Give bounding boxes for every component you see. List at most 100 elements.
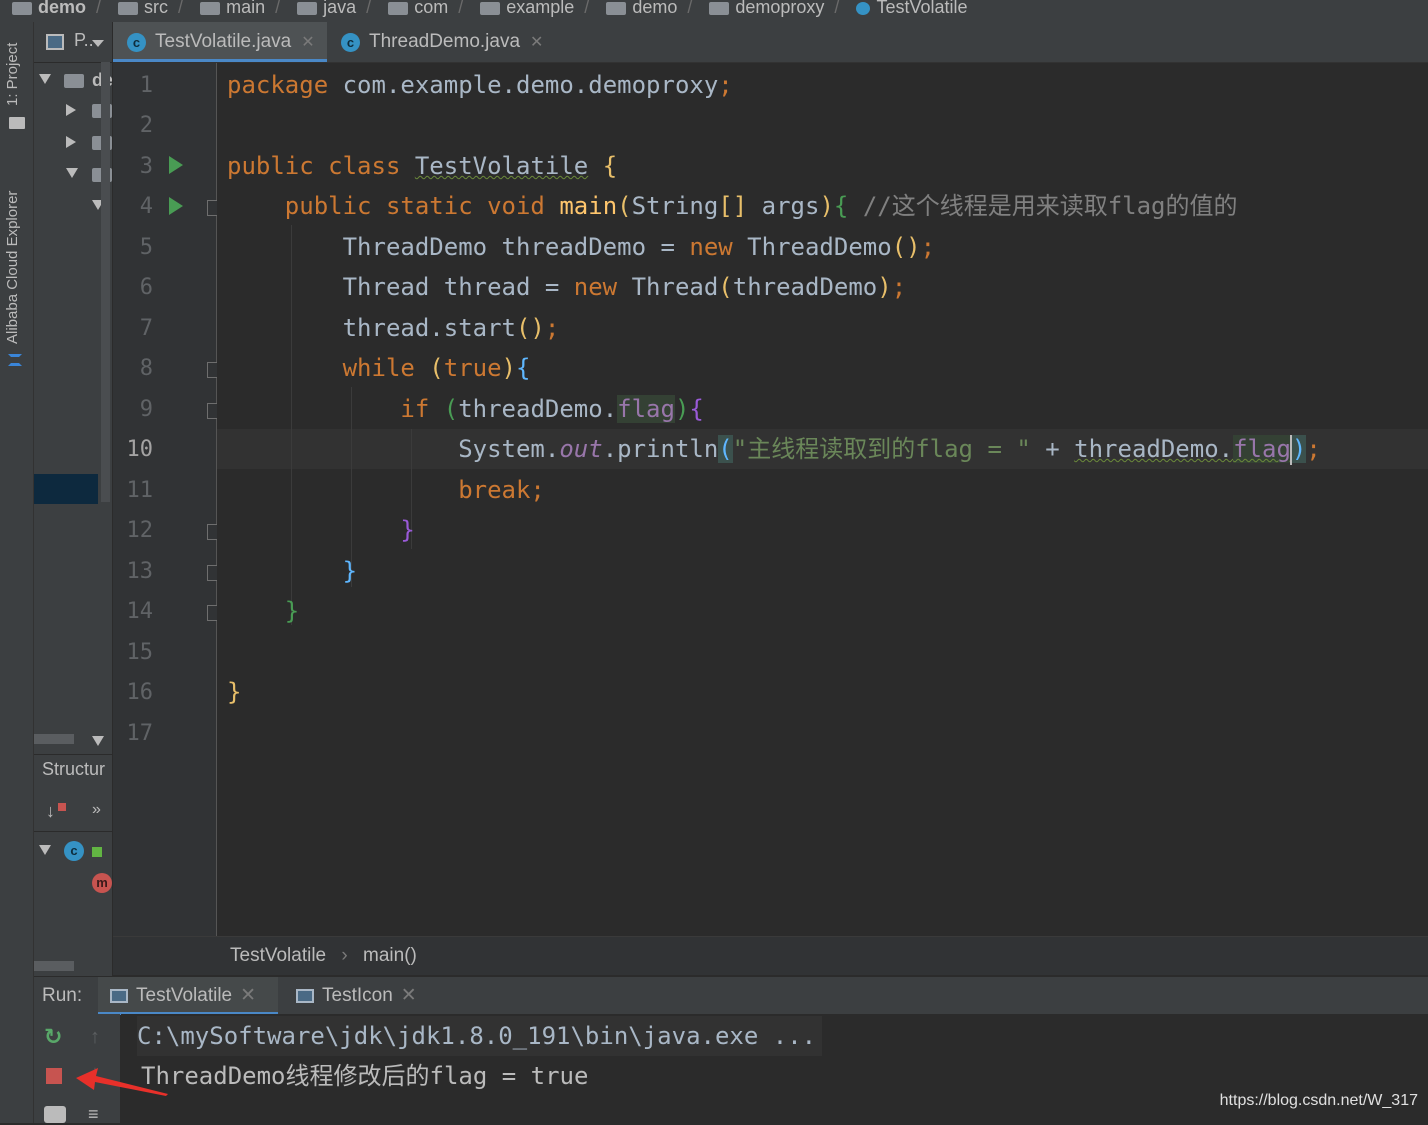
up-arrow-icon[interactable]: ↑	[90, 1026, 100, 1049]
code-line-16: }	[227, 678, 242, 706]
line-number: 3	[139, 154, 153, 179]
package-icon	[480, 1, 501, 15]
line-number: 1	[139, 73, 153, 98]
expand-arrow-icon[interactable]	[39, 74, 51, 84]
chevron-down-icon[interactable]	[92, 736, 104, 746]
code-line-9: if (threadDemo.flag){	[400, 395, 704, 423]
breadcrumb-item[interactable]: src	[118, 0, 168, 16]
folder-icon	[118, 1, 139, 15]
rerun-icon[interactable]: ↻	[44, 1024, 62, 1050]
run-label: Run:	[42, 985, 83, 1006]
run-icon[interactable]	[169, 156, 183, 174]
more-icon[interactable]: »	[92, 801, 101, 819]
navigation-bar: demo / src / main / java / com / example / dem…	[0, 0, 1428, 23]
breadcrumb-item[interactable]: TestVolatile	[856, 0, 968, 16]
class-icon	[856, 1, 871, 15]
line-number: 7	[139, 316, 153, 341]
breadcrumb-item[interactable]: demoproxy	[709, 0, 824, 16]
line-number: 12	[126, 518, 154, 543]
watermark: https://blog.csdn.net/W_317	[1219, 1092, 1418, 1109]
breadcrumb-item[interactable]: main	[200, 0, 265, 16]
class-icon: c	[341, 33, 360, 52]
breadcrumb-class[interactable]: TestVolatile	[230, 945, 326, 966]
breadcrumb-item[interactable]: demo	[606, 0, 677, 16]
breadcrumb-item[interactable]: example	[480, 0, 574, 16]
folder-icon	[9, 117, 25, 129]
method-icon[interactable]: m	[92, 873, 112, 893]
folder-icon	[200, 1, 221, 15]
line-number: 16	[126, 680, 154, 705]
collapse-arrow-icon[interactable]	[66, 136, 76, 148]
line-number: 13	[126, 559, 154, 584]
line-number: 2	[139, 113, 153, 138]
console-icon	[110, 988, 128, 1003]
run-tool-window-header: Run: TestVolatile ✕ TestIcon ✕	[34, 976, 1428, 1015]
tool-window-stripe: 1: Project Alibaba Cloud Explorer	[0, 22, 34, 1123]
run-tab-testvolatile[interactable]: TestVolatile ✕	[98, 977, 278, 1015]
stop-icon[interactable]	[46, 1068, 62, 1084]
horizontal-scrollbar[interactable]	[34, 734, 74, 744]
selected-tree-row[interactable]	[34, 474, 98, 504]
close-icon[interactable]: ✕	[240, 985, 256, 1006]
breadcrumb-method[interactable]: main()	[363, 945, 417, 966]
folder-icon	[297, 1, 318, 15]
code-editor[interactable]: package com.example.demo.demoproxy; publ…	[217, 63, 1428, 936]
package-icon	[388, 1, 409, 15]
editor-tabs: c TestVolatile.java ✕ c ThreadDemo.java ✕	[113, 22, 1428, 63]
project-view-selector[interactable]: P..	[74, 30, 94, 51]
breadcrumb-item[interactable]: java	[297, 0, 356, 16]
module-icon	[12, 1, 32, 15]
code-line-7: thread.start();	[227, 314, 560, 342]
line-number: 15	[126, 640, 154, 665]
public-access-icon	[92, 847, 102, 857]
tab-testvolatile[interactable]: c TestVolatile.java ✕	[113, 22, 327, 62]
scrollbar[interactable]	[101, 62, 110, 502]
close-icon[interactable]: ✕	[401, 985, 417, 1006]
module-folder-icon	[64, 74, 84, 88]
close-icon[interactable]: ✕	[301, 34, 314, 51]
line-number: 9	[139, 397, 153, 422]
run-icon[interactable]	[169, 197, 183, 215]
code-line-8: while (true){	[342, 354, 531, 382]
sort-icon[interactable]: ↓	[46, 801, 55, 822]
line-number: 4	[139, 194, 153, 219]
run-tab-testicon[interactable]: TestIcon ✕	[296, 977, 417, 1015]
code-line-10: System.out.println("主线程读取到的flag = " + th…	[227, 435, 1321, 465]
line-number: 10	[126, 437, 154, 462]
code-line-11: break;	[458, 476, 545, 504]
sort-alpha-icon	[58, 803, 66, 811]
code-line-13: }	[342, 557, 358, 585]
code-line-1: package com.example.demo.demoproxy;	[227, 71, 733, 99]
chevron-down-icon[interactable]	[92, 40, 104, 47]
alibaba-cloud-explorer-button[interactable]: Alibaba Cloud Explorer	[4, 191, 21, 344]
soft-wrap-icon[interactable]: ≡	[88, 1104, 99, 1125]
structure-title: Structur	[42, 759, 106, 779]
expand-arrow-icon[interactable]	[39, 845, 51, 855]
line-number: 14	[126, 599, 154, 624]
line-number: 5	[139, 235, 153, 260]
horizontal-scrollbar[interactable]	[34, 961, 74, 971]
code-line-6: Thread thread = new Thread(threadDemo);	[227, 273, 907, 301]
collapse-arrow-icon[interactable]	[66, 104, 76, 116]
package-icon	[606, 1, 627, 15]
code-line-12: }	[400, 516, 415, 544]
code-line-5: ThreadDemo threadDemo = new ThreadDemo()…	[227, 233, 936, 261]
line-number: 8	[139, 356, 153, 381]
line-number: 6	[139, 275, 153, 300]
class-icon: c	[127, 33, 146, 52]
project-tool-button[interactable]: 1: Project	[4, 43, 21, 106]
close-icon[interactable]: ✕	[530, 34, 543, 51]
code-line-3: public class TestVolatile {	[227, 152, 618, 180]
breadcrumb-item[interactable]: demo	[12, 0, 86, 16]
line-number: 17	[126, 721, 154, 746]
tab-threaddemo[interactable]: c ThreadDemo.java ✕	[327, 22, 547, 62]
breadcrumb-item[interactable]: com	[388, 0, 448, 16]
breadcrumb-separator: ›	[341, 945, 348, 966]
expand-arrow-icon[interactable]	[66, 168, 78, 178]
camera-icon[interactable]	[44, 1106, 66, 1123]
annotation-arrow	[76, 1068, 168, 1096]
code-line-4: public static void main(String[] args){ …	[284, 192, 1238, 220]
class-icon[interactable]: c	[64, 841, 84, 861]
console-line: ThreadDemo线程修改后的flag = true	[141, 1062, 589, 1090]
package-icon	[709, 1, 730, 15]
